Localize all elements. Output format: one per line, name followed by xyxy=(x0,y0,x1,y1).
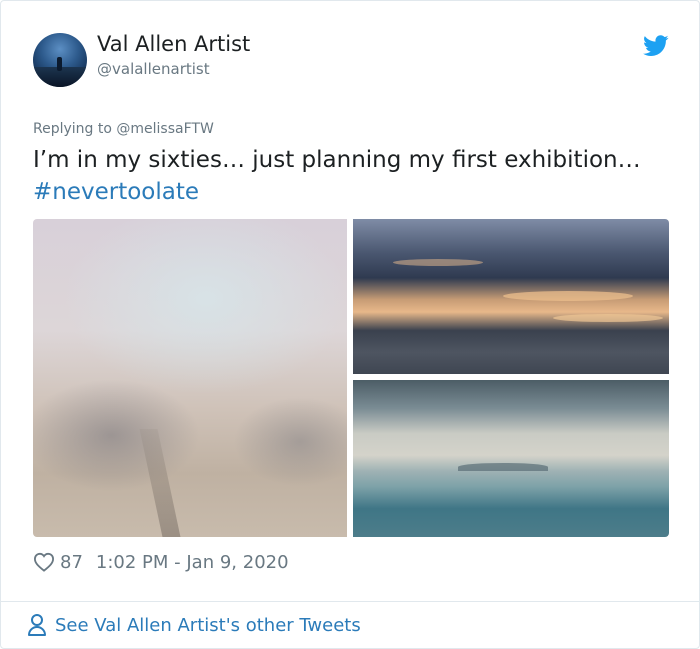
reply-mention-link[interactable]: @melissaFTW xyxy=(116,121,213,137)
author-display-name[interactable]: Val Allen Artist xyxy=(97,32,250,56)
avatar-figure xyxy=(57,57,62,71)
sunset-streak xyxy=(503,291,633,301)
painting-road-detail xyxy=(139,429,181,537)
see-other-tweets-label: See Val Allen Artist's other Tweets xyxy=(55,614,361,636)
sunset-streak xyxy=(393,259,483,266)
reply-context: Replying to @melissaFTW xyxy=(33,121,214,137)
avatar[interactable] xyxy=(33,33,87,87)
tweet-text: I’m in my sixties… just planning my firs… xyxy=(33,144,641,208)
heart-icon[interactable] xyxy=(33,552,55,572)
twitter-bird-icon[interactable] xyxy=(643,35,669,57)
author-handle[interactable]: @valallenartist xyxy=(97,60,210,78)
media-grid xyxy=(33,219,669,537)
person-icon xyxy=(28,614,46,636)
tweet-body: I’m in my sixties… just planning my firs… xyxy=(33,147,641,173)
tweet-meta: 87 1:02 PM - Jan 9, 2020 xyxy=(33,549,289,575)
painting-misty-sea[interactable] xyxy=(353,380,669,537)
like-count[interactable]: 87 xyxy=(60,552,83,573)
reply-prefix: Replying to xyxy=(33,121,112,137)
embedded-tweet-card: Val Allen Artist @valallenartist Replyin… xyxy=(0,0,700,649)
hashtag-link[interactable]: #nevertoolate xyxy=(33,179,199,205)
painting-sunset-sky[interactable] xyxy=(353,219,669,374)
footer-divider xyxy=(1,601,699,602)
see-other-tweets-link[interactable]: See Val Allen Artist's other Tweets xyxy=(27,611,361,639)
painting-foggy-road[interactable] xyxy=(33,219,347,537)
painting-island-detail xyxy=(458,463,548,471)
sunset-streak xyxy=(553,314,663,322)
tweet-timestamp[interactable]: 1:02 PM - Jan 9, 2020 xyxy=(96,552,289,573)
